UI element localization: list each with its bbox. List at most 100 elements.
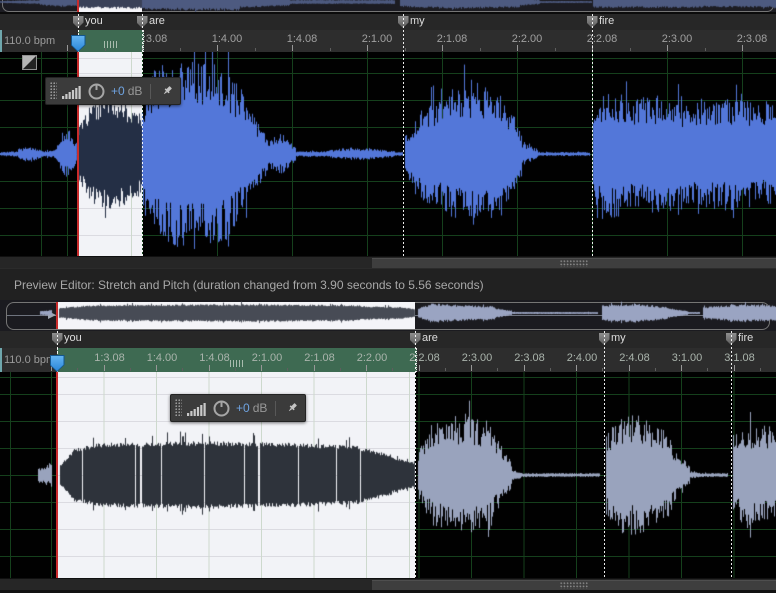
ruler-tick xyxy=(471,365,472,371)
gain-knob-icon[interactable] xyxy=(212,399,231,418)
pin-icon[interactable] xyxy=(284,401,299,416)
ruler-tick xyxy=(330,48,331,51)
ruler-tick xyxy=(261,365,262,371)
ruler-label: 2:3.08 xyxy=(737,33,768,45)
ruler-tick xyxy=(742,45,743,51)
scrollbar-grip-dots xyxy=(560,260,588,267)
bpm-label: 110.0 bpm xyxy=(0,348,56,372)
ruler-selection[interactable] xyxy=(78,30,144,52)
ruler-tick xyxy=(419,365,420,371)
marker-label: are xyxy=(422,332,438,344)
ruler-tick xyxy=(555,48,556,51)
timeline-ruler-bottom[interactable]: 110.0 bpm 1:3.081:4.001:4.082:1.002:1.08… xyxy=(0,348,776,373)
ruler-tick xyxy=(445,368,446,371)
ruler-tick xyxy=(667,45,668,51)
ruler-tick xyxy=(340,368,341,371)
gain-knob-icon[interactable] xyxy=(87,82,106,101)
marker-line xyxy=(415,331,416,578)
level-meter-icon xyxy=(62,84,82,99)
ruler-tick xyxy=(255,48,256,51)
gain-value: +0 xyxy=(236,401,250,415)
pin-icon[interactable] xyxy=(159,84,174,99)
marker-label: fire xyxy=(599,15,614,27)
ruler-tick xyxy=(734,365,735,371)
marker-label: you xyxy=(85,15,103,27)
ruler-tick xyxy=(366,365,367,371)
ruler-tick xyxy=(209,365,210,371)
bpm-label: 110.0 bpm xyxy=(0,30,66,52)
edit-cursor-line xyxy=(56,302,58,329)
ruler-label: 2:4.00 xyxy=(567,352,598,364)
marker-line xyxy=(403,14,404,256)
timeline-ruler-top[interactable]: 110.0 bpm 1:3.081:4.001:4.082:1.002:1.08… xyxy=(0,30,776,53)
marker-line xyxy=(604,331,605,578)
ruler-tick xyxy=(524,365,525,371)
gain-value: +0 xyxy=(111,84,125,98)
ruler-tick xyxy=(392,368,393,371)
waveform-area-bottom[interactable]: +0 dB xyxy=(0,372,776,578)
ruler-tick xyxy=(104,365,105,371)
edit-cursor-line xyxy=(56,372,58,578)
status-bar: Preview Editor: Stretch and Pitch (durat… xyxy=(0,268,776,301)
ruler-tick xyxy=(707,368,708,371)
overview-waveform-canvas xyxy=(0,0,776,12)
ruler-tick xyxy=(105,48,106,51)
waveform-canvas xyxy=(0,372,776,578)
ruler-label: 2:1.08 xyxy=(304,352,335,364)
level-meter-icon xyxy=(187,401,207,416)
gain-overlay[interactable]: +0 dB xyxy=(45,77,181,105)
overview-waveform-canvas xyxy=(0,300,776,331)
ruler-label: 2:2.00 xyxy=(357,352,388,364)
ruler-label: 1:4.00 xyxy=(212,33,243,45)
ruler-tick xyxy=(67,45,68,51)
marker-label: my xyxy=(410,15,425,27)
status-text: Preview Editor: Stretch and Pitch (durat… xyxy=(14,278,484,292)
ruler-label: 1:4.00 xyxy=(147,352,178,364)
marker-line xyxy=(142,14,143,256)
ruler-tick xyxy=(130,368,131,371)
ruler-label: 2:3.00 xyxy=(662,33,693,45)
divider xyxy=(275,401,276,416)
drag-grip-icon[interactable] xyxy=(175,399,182,417)
ruler-tick xyxy=(314,365,315,371)
gain-unit: dB xyxy=(253,401,268,415)
ruler-label: 2:2.08 xyxy=(409,352,440,364)
overview-bar-top[interactable] xyxy=(0,0,776,12)
marker-label: you xyxy=(64,332,82,344)
overview-bar-bottom[interactable] xyxy=(0,300,776,331)
ruler-label: 2:4.08 xyxy=(619,352,650,364)
ruler-tick xyxy=(442,45,443,51)
scrollbar-grip-dots xyxy=(560,582,588,589)
ruler-tick xyxy=(287,368,288,371)
waveform-area-top[interactable]: +0 dB xyxy=(0,52,776,256)
ruler-tick xyxy=(630,48,631,51)
selection-grip-icon[interactable] xyxy=(104,41,118,48)
ruler-tick xyxy=(405,48,406,51)
ruler-tick xyxy=(156,365,157,371)
marker-bar-bottom[interactable]: youaremyfire xyxy=(0,331,776,349)
marker-label: my xyxy=(611,332,626,344)
ruler-label: 2:1.08 xyxy=(437,33,468,45)
ruler-tick xyxy=(367,45,368,51)
gain-overlay[interactable]: +0 dB xyxy=(170,394,306,422)
ruler-tick xyxy=(681,365,682,371)
ruler-label: 2:2.00 xyxy=(512,33,543,45)
marker-label: are xyxy=(149,15,165,27)
ruler-tick xyxy=(217,45,218,51)
drag-grip-icon[interactable] xyxy=(50,82,57,100)
ruler-label: 1:4.08 xyxy=(287,33,318,45)
ruler-tick xyxy=(292,45,293,51)
marker-bar-top[interactable]: you are my fire xyxy=(0,14,776,31)
ruler-tick xyxy=(235,368,236,371)
selection-grip-icon[interactable] xyxy=(230,360,244,367)
preview-editor-window: you are my fire 110.0 bpm 1:3.081:4.001:4.0… xyxy=(0,0,776,593)
ruler-label: 3:1.00 xyxy=(672,352,703,364)
ruler-tick xyxy=(576,365,577,371)
ruler-tick xyxy=(550,368,551,371)
ruler-label: 2:1.00 xyxy=(362,33,393,45)
ruler-label: 3:1.08 xyxy=(724,352,755,364)
ruler-tick xyxy=(77,368,78,371)
fade-corner-icon[interactable] xyxy=(22,55,37,70)
ruler-tick xyxy=(655,368,656,371)
ruler-label: 2:3.08 xyxy=(514,352,545,364)
